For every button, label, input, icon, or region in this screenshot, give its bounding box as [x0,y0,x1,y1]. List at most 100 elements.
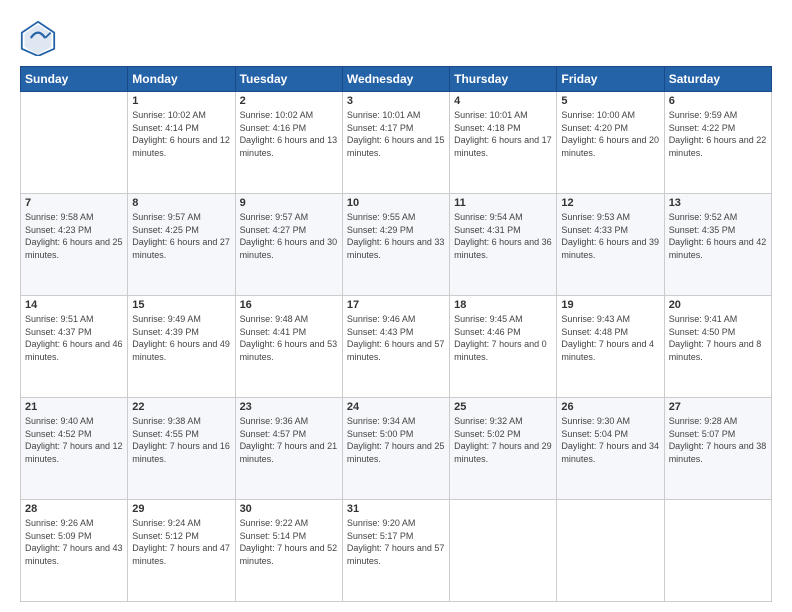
day-number: 25 [454,401,552,413]
weekday-header-cell: Friday [557,67,664,92]
cell-content: Sunrise: 9:55 AMSunset: 4:29 PMDaylight:… [347,211,445,261]
day-number: 2 [240,95,338,107]
calendar-cell: 16 Sunrise: 9:48 AMSunset: 4:41 PMDayligh… [235,296,342,398]
cell-content: Sunrise: 9:59 AMSunset: 4:22 PMDaylight:… [669,109,767,159]
calendar-cell: 2 Sunrise: 10:02 AMSunset: 4:16 PMDayligh… [235,92,342,194]
day-number: 7 [25,197,123,209]
cell-content: Sunrise: 9:38 AMSunset: 4:55 PMDaylight:… [132,415,230,465]
cell-content: Sunrise: 9:26 AMSunset: 5:09 PMDaylight:… [25,517,123,567]
logo-icon [20,20,56,56]
cell-content: Sunrise: 10:01 AMSunset: 4:18 PMDaylight… [454,109,552,159]
day-number: 1 [132,95,230,107]
weekday-header-cell: Saturday [664,67,771,92]
day-number: 23 [240,401,338,413]
weekday-header-cell: Tuesday [235,67,342,92]
calendar-cell: 13 Sunrise: 9:52 AMSunset: 4:35 PMDayligh… [664,194,771,296]
calendar-cell [450,500,557,602]
calendar-week-row: 28 Sunrise: 9:26 AMSunset: 5:09 PMDayligh… [21,500,772,602]
cell-content: Sunrise: 9:51 AMSunset: 4:37 PMDaylight:… [25,313,123,363]
day-number: 4 [454,95,552,107]
calendar-cell: 31 Sunrise: 9:20 AMSunset: 5:17 PMDayligh… [342,500,449,602]
calendar-cell: 28 Sunrise: 9:26 AMSunset: 5:09 PMDayligh… [21,500,128,602]
calendar-cell: 11Sunrise: 9:54 AMSunset: 4:31 PMDayligh… [450,194,557,296]
weekday-header-cell: Monday [128,67,235,92]
day-number: 13 [669,197,767,209]
day-number: 20 [669,299,767,311]
calendar-cell: 14 Sunrise: 9:51 AMSunset: 4:37 PMDayligh… [21,296,128,398]
day-number: 10 [347,197,445,209]
calendar-cell: 26 Sunrise: 9:30 AMSunset: 5:04 PMDayligh… [557,398,664,500]
calendar-cell [21,92,128,194]
day-number: 26 [561,401,659,413]
calendar-body: 1 Sunrise: 10:02 AMSunset: 4:14 PMDayligh… [21,92,772,602]
cell-content: Sunrise: 9:41 AMSunset: 4:50 PMDaylight:… [669,313,767,363]
calendar-cell: 5 Sunrise: 10:00 AMSunset: 4:20 PMDayligh… [557,92,664,194]
page: SundayMondayTuesdayWednesdayThursdayFrid… [0,0,792,612]
header [20,20,772,56]
day-number: 29 [132,503,230,515]
cell-content: Sunrise: 9:45 AMSunset: 4:46 PMDaylight:… [454,313,552,363]
calendar-cell: 21 Sunrise: 9:40 AMSunset: 4:52 PMDayligh… [21,398,128,500]
day-number: 9 [240,197,338,209]
calendar-cell: 4 Sunrise: 10:01 AMSunset: 4:18 PMDayligh… [450,92,557,194]
logo [20,20,60,56]
cell-content: Sunrise: 9:58 AMSunset: 4:23 PMDaylight:… [25,211,123,261]
calendar-header-row: SundayMondayTuesdayWednesdayThursdayFrid… [21,67,772,92]
cell-content: Sunrise: 10:02 AMSunset: 4:14 PMDaylight… [132,109,230,159]
calendar-cell: 12 Sunrise: 9:53 AMSunset: 4:33 PMDayligh… [557,194,664,296]
day-number: 15 [132,299,230,311]
calendar-cell: 24Sunrise: 9:34 AMSunset: 5:00 PMDayligh… [342,398,449,500]
cell-content: Sunrise: 9:48 AMSunset: 4:41 PMDaylight:… [240,313,338,363]
weekday-header-cell: Sunday [21,67,128,92]
weekday-header-cell: Thursday [450,67,557,92]
calendar-cell: 7 Sunrise: 9:58 AMSunset: 4:23 PMDaylight… [21,194,128,296]
calendar-cell: 23 Sunrise: 9:36 AMSunset: 4:57 PMDayligh… [235,398,342,500]
calendar-week-row: 14 Sunrise: 9:51 AMSunset: 4:37 PMDayligh… [21,296,772,398]
cell-content: Sunrise: 9:53 AMSunset: 4:33 PMDaylight:… [561,211,659,261]
calendar-cell: 18Sunrise: 9:45 AMSunset: 4:46 PMDayligh… [450,296,557,398]
day-number: 12 [561,197,659,209]
cell-content: Sunrise: 9:54 AMSunset: 4:31 PMDaylight:… [454,211,552,261]
cell-content: Sunrise: 9:28 AMSunset: 5:07 PMDaylight:… [669,415,767,465]
calendar-cell: 15 Sunrise: 9:49 AMSunset: 4:39 PMDayligh… [128,296,235,398]
calendar-week-row: 21 Sunrise: 9:40 AMSunset: 4:52 PMDayligh… [21,398,772,500]
cell-content: Sunrise: 9:46 AMSunset: 4:43 PMDaylight:… [347,313,445,363]
cell-content: Sunrise: 9:40 AMSunset: 4:52 PMDaylight:… [25,415,123,465]
calendar-cell: 8 Sunrise: 9:57 AMSunset: 4:25 PMDaylight… [128,194,235,296]
day-number: 8 [132,197,230,209]
calendar-week-row: 7 Sunrise: 9:58 AMSunset: 4:23 PMDaylight… [21,194,772,296]
day-number: 21 [25,401,123,413]
calendar-week-row: 1 Sunrise: 10:02 AMSunset: 4:14 PMDayligh… [21,92,772,194]
calendar-cell: 25 Sunrise: 9:32 AMSunset: 5:02 PMDayligh… [450,398,557,500]
day-number: 5 [561,95,659,107]
cell-content: Sunrise: 10:02 AMSunset: 4:16 PMDaylight… [240,109,338,159]
calendar-cell [664,500,771,602]
calendar-cell: 19Sunrise: 9:43 AMSunset: 4:48 PMDayligh… [557,296,664,398]
cell-content: Sunrise: 9:52 AMSunset: 4:35 PMDaylight:… [669,211,767,261]
calendar-cell: 3 Sunrise: 10:01 AMSunset: 4:17 PMDayligh… [342,92,449,194]
cell-content: Sunrise: 9:20 AMSunset: 5:17 PMDaylight:… [347,517,445,567]
day-number: 27 [669,401,767,413]
cell-content: Sunrise: 9:49 AMSunset: 4:39 PMDaylight:… [132,313,230,363]
day-number: 19 [561,299,659,311]
cell-content: Sunrise: 9:36 AMSunset: 4:57 PMDaylight:… [240,415,338,465]
calendar-cell: 29Sunrise: 9:24 AMSunset: 5:12 PMDayligh… [128,500,235,602]
cell-content: Sunrise: 10:01 AMSunset: 4:17 PMDaylight… [347,109,445,159]
calendar-cell: 17 Sunrise: 9:46 AMSunset: 4:43 PMDayligh… [342,296,449,398]
day-number: 24 [347,401,445,413]
cell-content: Sunrise: 9:57 AMSunset: 4:25 PMDaylight:… [132,211,230,261]
day-number: 3 [347,95,445,107]
day-number: 14 [25,299,123,311]
calendar-cell [557,500,664,602]
calendar-cell: 6 Sunrise: 9:59 AMSunset: 4:22 PMDaylight… [664,92,771,194]
day-number: 16 [240,299,338,311]
cell-content: Sunrise: 10:00 AMSunset: 4:20 PMDaylight… [561,109,659,159]
calendar-cell: 1 Sunrise: 10:02 AMSunset: 4:14 PMDayligh… [128,92,235,194]
day-number: 28 [25,503,123,515]
calendar-cell: 10 Sunrise: 9:55 AMSunset: 4:29 PMDayligh… [342,194,449,296]
day-number: 6 [669,95,767,107]
cell-content: Sunrise: 9:32 AMSunset: 5:02 PMDaylight:… [454,415,552,465]
day-number: 31 [347,503,445,515]
cell-content: Sunrise: 9:30 AMSunset: 5:04 PMDaylight:… [561,415,659,465]
day-number: 17 [347,299,445,311]
